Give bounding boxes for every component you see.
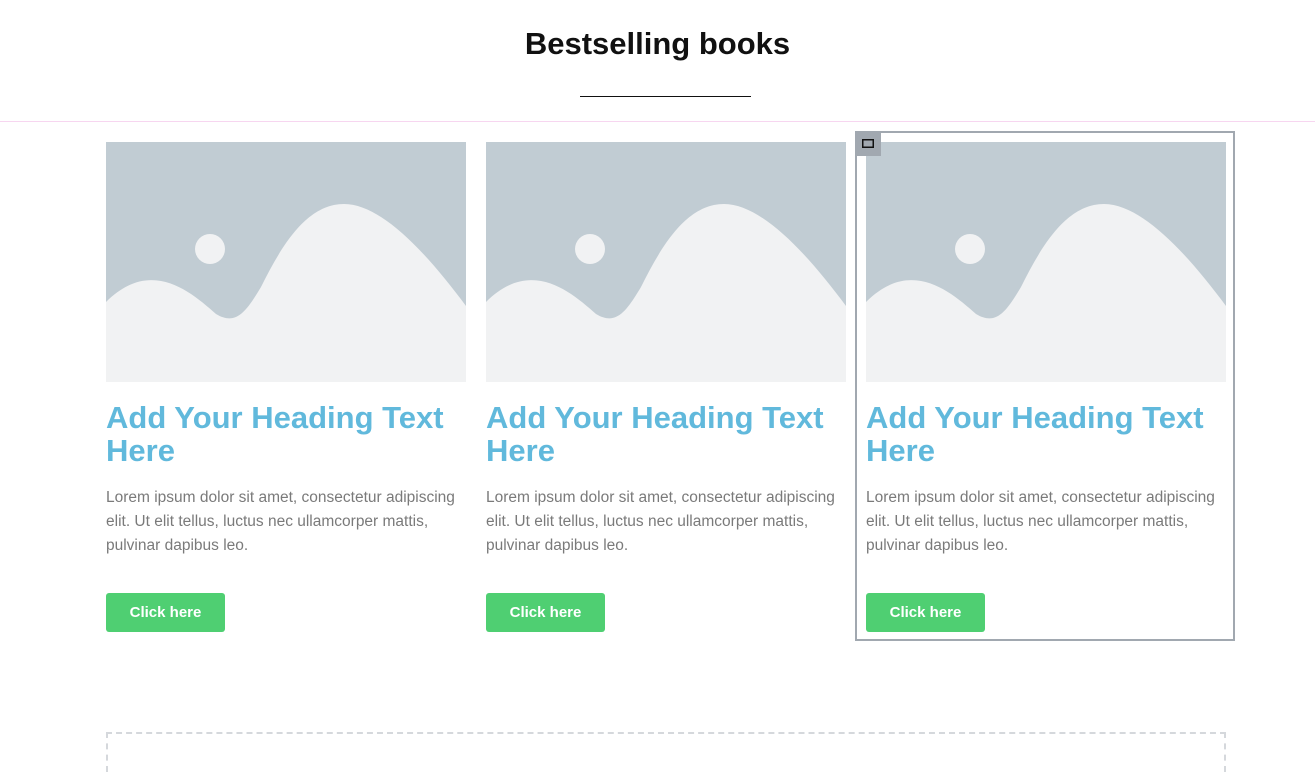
card-image[interactable] — [486, 142, 846, 382]
card-description: Lorem ipsum dolor sit amet, consectetur … — [866, 489, 1215, 554]
card-description: Lorem ipsum dolor sit amet, consectetur … — [486, 489, 835, 554]
card-heading: Add Your Heading Text Here — [866, 400, 1204, 468]
card-heading: Add Your Heading Text Here — [106, 400, 444, 468]
image-placeholder-icon — [486, 142, 846, 382]
image-placeholder-icon — [866, 142, 1226, 382]
column-handle-icon — [862, 139, 874, 148]
book-card-selected[interactable]: Add Your Heading Text Here Lorem ipsum d… — [866, 142, 1226, 632]
card-heading: Add Your Heading Text Here — [486, 400, 824, 468]
add-section-dropzone[interactable] — [106, 732, 1226, 772]
book-card[interactable]: Add Your Heading Text Here Lorem ipsum d… — [106, 142, 466, 632]
image-placeholder-icon — [106, 142, 466, 382]
click-here-button[interactable]: Click here — [106, 593, 225, 632]
click-here-button[interactable]: Click here — [486, 593, 605, 632]
card-description: Lorem ipsum dolor sit amet, consectetur … — [106, 489, 455, 554]
page-header: Bestselling books — [0, 0, 1315, 122]
card-image[interactable] — [866, 142, 1226, 382]
page-title: Bestselling books — [524, 26, 791, 61]
book-card[interactable]: Add Your Heading Text Here Lorem ipsum d… — [486, 142, 846, 632]
click-here-button[interactable]: Click here — [866, 593, 985, 632]
column-handle[interactable] — [855, 131, 881, 156]
card-image[interactable] — [106, 142, 466, 382]
title-divider — [580, 96, 751, 97]
